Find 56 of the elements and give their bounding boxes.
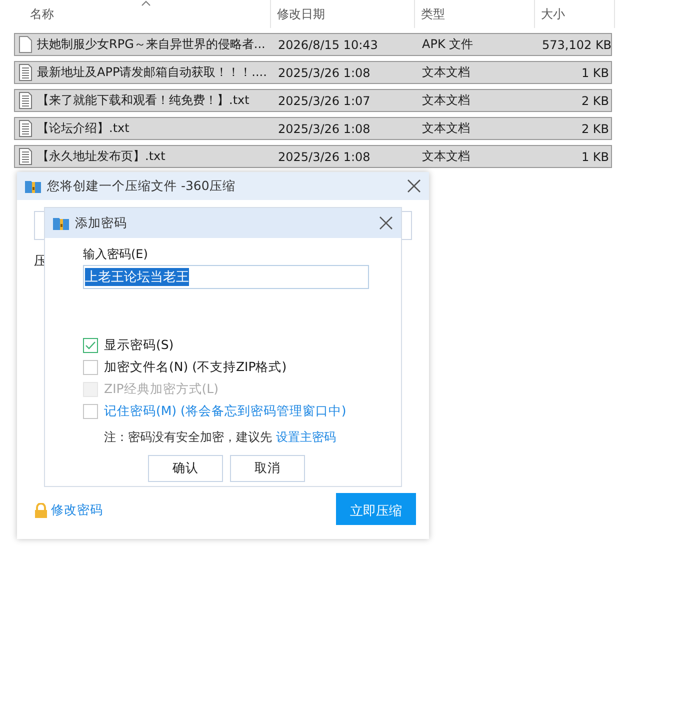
password-label: 输入密码(E) [83,246,149,263]
file-row[interactable]: 【永久地址发布页】.txt 2025/3/26 1:08 文本文档 1 KB [14,145,612,168]
text-file-icon [19,64,32,81]
dialog-button[interactable]: 取消 [230,455,305,482]
window-title: 您将创建一个压缩文件 -360压缩 [47,178,236,194]
checkbox[interactable] [83,360,98,374]
text-file-icon [19,92,32,109]
dialog-button[interactable]: 确认 [148,455,223,482]
file-row[interactable]: 【论坛介绍】.txt 2025/3/26 1:08 文本文档 2 KB [14,117,612,140]
close-icon[interactable] [379,216,393,230]
option-label: 加密文件名(N) (不支持ZIP格式) [104,358,287,376]
type-cell-text: 文本文档 [421,64,471,81]
column-header[interactable]: 名称 [0,0,271,28]
type-cell-text: 文本文档 [421,92,471,109]
column-header[interactable]: 大小 [535,0,615,28]
file-name: 【永久地址发布页】.txt [37,148,166,165]
date-cell-text: 2025/3/26 1:08 [277,150,372,164]
archive-icon [25,179,41,193]
file-name: 扶她制服少女RPG～来自异世界的侵略者... [37,36,266,53]
size-cell-text: 2 KB [580,94,610,108]
file-name: 【论坛介绍】.txt [37,120,130,137]
file-row[interactable]: 【来了就能下载和观看！纯免费！】.txt 2025/3/26 1:07 文本文档 2 KB [14,89,612,112]
file-row[interactable]: 扶她制服少女RPG～来自异世界的侵略者... 2026/8/15 10:43 APK 文件 573,102 KB [14,33,612,56]
file-name: 【来了就能下载和观看！纯免费！】.txt [37,92,250,109]
file-icon [19,36,32,53]
option-label: 显示密码(S) [104,336,174,354]
master-password-link[interactable]: 设置主密码 [276,430,336,444]
checkbox[interactable] [83,338,98,352]
sort-caret-icon [141,0,151,6]
column-header[interactable]: 类型 [415,0,535,28]
size-cell-text: 573,102 KB [541,38,613,52]
checkbox[interactable] [83,404,98,418]
type-cell-text: 文本文档 [421,148,471,165]
option-link[interactable]: 记住密码(M) (将会备忘到密码管理窗口中) [104,402,346,420]
change-password-link[interactable]: 修改密码 [51,502,103,519]
lock-icon [34,503,48,518]
date-cell-text: 2025/3/26 1:08 [277,66,372,80]
option-label: ZIP经典加密方式(L) [104,380,219,398]
column-header[interactable]: 修改日期 [271,0,415,28]
size-cell-text: 1 KB [580,66,610,80]
archive-icon [53,216,69,230]
date-cell-text: 2025/3/26 1:07 [277,94,372,108]
close-icon[interactable] [407,179,421,193]
file-row[interactable]: 最新地址及APP请发邮箱自动获取！！！.... 2025/3/26 1:08 文本文档 1 KB [14,61,612,84]
size-cell-text: 1 KB [580,150,610,164]
date-cell-text: 2026/8/15 10:43 [277,38,379,52]
type-cell-text: APK 文件 [421,36,474,53]
note-text: 注：密码没有安全加密，建议先 [104,430,272,444]
dialog-title: 添加密码 [75,214,128,232]
date-cell-text: 2025/3/26 1:08 [277,122,372,136]
text-file-icon [19,120,32,137]
file-name: 最新地址及APP请发邮箱自动获取！！！.... [37,64,267,81]
type-cell-text: 文本文档 [421,120,471,137]
text-file-icon [19,148,32,165]
size-cell-text: 2 KB [580,122,610,136]
password-field[interactable]: 上老王论坛当老王 [83,265,369,289]
